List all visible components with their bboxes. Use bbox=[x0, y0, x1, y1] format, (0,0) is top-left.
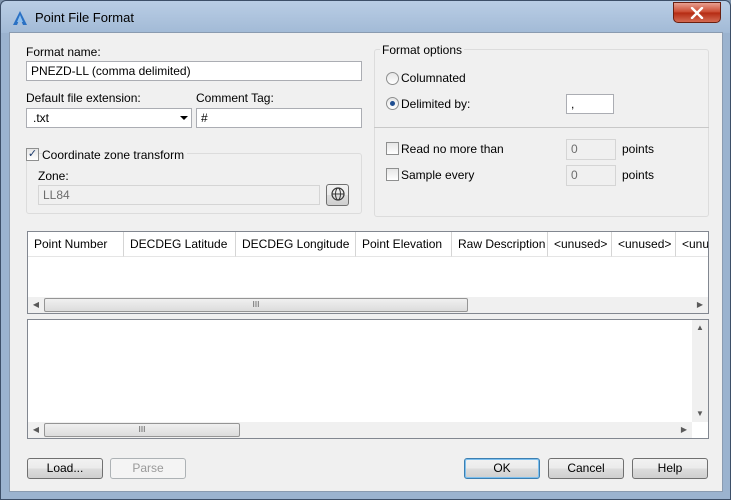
read-limit-checkbox[interactable] bbox=[386, 142, 399, 155]
zone-label: Zone: bbox=[38, 169, 69, 183]
sample-every-input[interactable]: 0 bbox=[566, 165, 616, 186]
load-button[interactable]: Load... bbox=[27, 458, 103, 479]
column-grid[interactable]: Point Number DECDEG Latitude DECDEG Long… bbox=[27, 231, 709, 314]
column-header[interactable]: DECDEG Longitude bbox=[236, 232, 356, 257]
format-options-divider bbox=[374, 127, 709, 128]
file-extension-value: .txt bbox=[33, 111, 50, 125]
preview-vertical-scrollbar[interactable]: ▲ ▼ bbox=[692, 320, 708, 422]
scroll-left-icon[interactable]: ◀ bbox=[28, 297, 44, 313]
read-limit-input[interactable]: 0 bbox=[566, 139, 616, 160]
file-extension-label: Default file extension: bbox=[26, 91, 141, 105]
globe-icon bbox=[330, 187, 345, 201]
scroll-thumb[interactable]: III bbox=[44, 298, 468, 312]
comment-tag-input[interactable]: # bbox=[196, 108, 362, 128]
column-header[interactable]: Raw Description bbox=[452, 232, 548, 257]
coordinate-zone-label: Coordinate zone transform bbox=[42, 148, 188, 162]
preview-horizontal-scrollbar[interactable]: ◀ III ▶ bbox=[28, 422, 692, 438]
scroll-left-icon[interactable]: ◀ bbox=[28, 422, 44, 438]
sample-every-unit: points bbox=[622, 168, 655, 182]
scroll-right-icon[interactable]: ▶ bbox=[676, 422, 692, 438]
window-title: Point File Format bbox=[35, 10, 134, 25]
dropdown-arrow-icon bbox=[180, 116, 188, 120]
sample-every-checkbox[interactable] bbox=[386, 168, 399, 181]
comment-tag-label: Comment Tag: bbox=[196, 91, 274, 105]
dialog-window: Point File Format Format name: PNEZD-LL … bbox=[0, 0, 731, 500]
parse-button[interactable]: Parse bbox=[110, 458, 186, 479]
zone-browse-button[interactable] bbox=[326, 184, 349, 206]
scroll-up-icon[interactable]: ▲ bbox=[692, 320, 708, 336]
dialog-client-area: Format name: PNEZD-LL (comma delimited) … bbox=[9, 32, 723, 492]
zone-input[interactable]: LL84 bbox=[38, 185, 320, 205]
column-header[interactable]: <unu bbox=[676, 232, 708, 257]
file-extension-select[interactable]: .txt bbox=[26, 108, 192, 128]
preview-pane[interactable]: ▲ ▼ ◀ III ▶ bbox=[27, 319, 709, 439]
coordinate-zone-checkbox[interactable]: ✓ bbox=[26, 148, 39, 161]
grid-horizontal-scrollbar[interactable]: ◀ III ▶ bbox=[28, 297, 708, 313]
cancel-button[interactable]: Cancel bbox=[548, 458, 624, 479]
title-bar[interactable]: Point File Format bbox=[1, 1, 730, 33]
scroll-grip: III bbox=[138, 425, 146, 434]
column-header[interactable]: <unused> bbox=[612, 232, 676, 257]
autodesk-civil-icon bbox=[13, 11, 27, 25]
scroll-down-icon[interactable]: ▼ bbox=[692, 406, 708, 422]
sample-every-label: Sample every bbox=[401, 168, 475, 182]
read-limit-label: Read no more than bbox=[401, 142, 504, 156]
delimited-label: Delimited by: bbox=[401, 97, 471, 111]
column-header[interactable]: Point Elevation bbox=[356, 232, 452, 257]
column-header[interactable]: DECDEG Latitude bbox=[124, 232, 236, 257]
column-header[interactable]: Point Number bbox=[28, 232, 124, 257]
ok-button[interactable]: OK bbox=[464, 458, 540, 479]
delimiter-input[interactable]: , bbox=[566, 94, 614, 114]
format-options-title: Format options bbox=[380, 43, 465, 57]
scroll-grip: III bbox=[252, 300, 260, 309]
scroll-thumb[interactable]: III bbox=[44, 423, 240, 437]
read-limit-unit: points bbox=[622, 142, 655, 156]
column-header[interactable]: <unused> bbox=[548, 232, 612, 257]
format-name-input[interactable]: PNEZD-LL (comma delimited) bbox=[26, 61, 362, 81]
columnated-radio[interactable] bbox=[386, 72, 399, 85]
help-button[interactable]: Help bbox=[632, 458, 708, 479]
delimited-radio[interactable] bbox=[386, 97, 399, 110]
format-name-label: Format name: bbox=[26, 45, 101, 59]
close-x-icon bbox=[690, 6, 704, 19]
columnated-label: Columnated bbox=[401, 71, 466, 85]
scroll-right-icon[interactable]: ▶ bbox=[692, 297, 708, 313]
close-button[interactable] bbox=[673, 2, 721, 23]
